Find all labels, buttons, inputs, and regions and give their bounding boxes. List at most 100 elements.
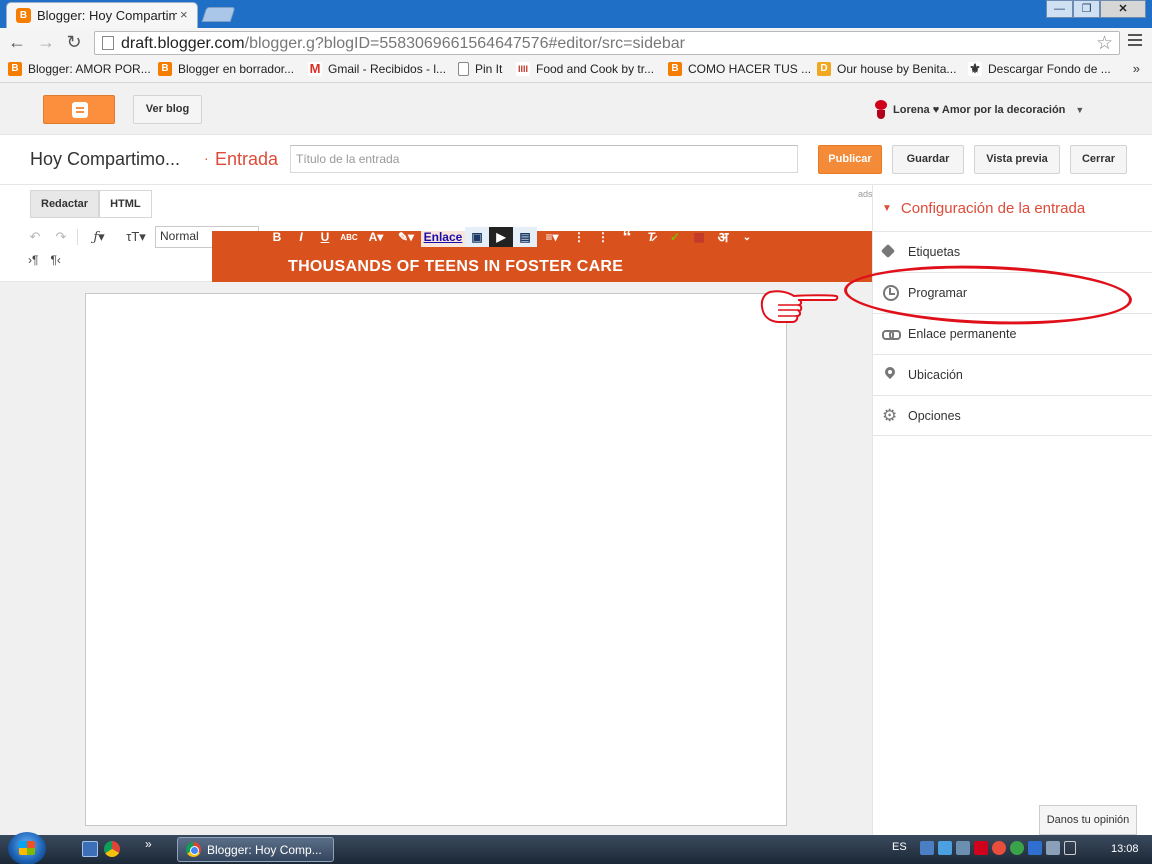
spellcheck-icon[interactable]: ✓ — [663, 227, 687, 247]
sidebar-item-ubicacion[interactable]: Ubicación — [873, 354, 1152, 395]
user-menu[interactable]: Lorena ♥ Amor por la decoración ▼ — [874, 99, 1084, 121]
start-button[interactable] — [8, 832, 46, 864]
underline-icon[interactable]: U — [313, 227, 337, 247]
bookmark-item[interactable]: B Blogger: AMOR POR... — [8, 62, 151, 76]
browser-titlebar: B Blogger: Hoy Compartimos lo × — ❐ ✕ — [0, 0, 1152, 28]
user-name: Lorena ♥ Amor por la decoración — [893, 104, 1066, 116]
bullet-list-icon[interactable]: ⋮ — [591, 227, 615, 247]
sidebar-item-opciones[interactable]: ⚙ Opciones — [873, 395, 1152, 436]
ads-label: ads — [858, 189, 873, 199]
bookmark-item[interactable]: B Blogger en borrador... — [158, 62, 294, 76]
bookmark-star-icon[interactable]: ☆ — [1096, 32, 1113, 55]
address-bar[interactable]: draft.blogger.com/blogger.g?blogID=55830… — [94, 31, 1120, 55]
post-title-input[interactable] — [290, 145, 798, 173]
bookmark-label: Our house by Benita... — [837, 62, 957, 76]
strikethrough-icon[interactable]: ABC — [337, 227, 361, 247]
maximize-button[interactable]: ❐ — [1073, 0, 1100, 18]
tray-acrobat-icon[interactable] — [974, 841, 988, 855]
translit-icon[interactable]: ▦ — [687, 227, 711, 247]
fc-icon: IIII — [516, 62, 530, 76]
new-tab-button[interactable] — [201, 7, 236, 22]
bookmark-item[interactable]: D Our house by Benita... — [817, 62, 956, 76]
chrome-quicklaunch-icon[interactable] — [104, 841, 120, 857]
redo-icon[interactable]: ↷ — [52, 227, 70, 247]
publish-button[interactable]: Publicar — [818, 145, 882, 174]
jump-break-icon[interactable]: ▤ — [513, 227, 537, 247]
sidebar-item-label: Opciones — [908, 408, 961, 423]
post-settings-title: Configuración de la entrada — [900, 200, 1086, 217]
bookmark-item[interactable]: B COMO HACER TUS ... — [668, 62, 811, 76]
numbered-list-icon[interactable]: ⋮ — [567, 227, 591, 247]
bookmark-item[interactable]: ⚜ Descargar Fondo de ... — [968, 62, 1111, 76]
tab-html[interactable]: HTML — [99, 190, 152, 218]
editor-toolbar: Redactar HTML ads ↶ ↷ ƒ▾ τT▾ Normal ▼ TH… — [0, 185, 873, 282]
bookmark-item[interactable]: M Gmail - Recibidos - l... — [308, 62, 446, 76]
blogger-logo-icon[interactable] — [43, 95, 115, 124]
forward-arrow-icon[interactable]: → — [37, 33, 55, 51]
taskbar-chrome-window[interactable]: Blogger: Hoy Comp... — [177, 837, 334, 862]
tray-security-icon[interactable] — [1010, 841, 1024, 855]
bookmarks-more-icon[interactable]: » — [1133, 61, 1140, 76]
bookmark-item[interactable]: IIII Food and Cook by tr... — [516, 62, 654, 76]
chevron-down-icon: ▼ — [1075, 105, 1085, 115]
window-close-button[interactable]: ✕ — [1100, 0, 1146, 18]
hindi-input-icon[interactable]: अ — [711, 227, 735, 247]
blogger-icon: B — [8, 62, 22, 76]
chrome-menu-icon[interactable] — [1128, 34, 1142, 49]
browser-tab[interactable]: B Blogger: Hoy Compartimos lo × — [6, 2, 198, 28]
page-icon — [102, 36, 114, 50]
tray-bluetooth-icon[interactable] — [1028, 841, 1042, 855]
tray-volume-icon[interactable] — [1064, 841, 1076, 855]
font-family-icon[interactable]: ƒ▾ — [84, 227, 114, 247]
address-url[interactable]: draft.blogger.com/blogger.g?blogID=55830… — [121, 35, 685, 53]
bold-icon[interactable]: B — [265, 227, 289, 247]
sidebar-item-label: Ubicación — [908, 368, 963, 382]
feedback-button[interactable]: Danos tu opinión — [1039, 805, 1137, 835]
minimize-button[interactable]: — — [1046, 0, 1073, 18]
tray-network-icon[interactable] — [920, 841, 934, 855]
fleur-icon: ⚜ — [968, 61, 982, 76]
editor-mode-tabs: Redactar HTML — [30, 190, 152, 218]
bookmark-item[interactable]: Pin It — [458, 62, 502, 76]
ltr-icon[interactable]: ›¶ — [28, 253, 38, 267]
close-post-button[interactable]: Cerrar — [1070, 145, 1127, 174]
browser-navbar: ← → ↻ draft.blogger.com/blogger.g?blogID… — [0, 28, 1152, 58]
highlight-color-icon[interactable]: ✎▾ — [391, 227, 421, 247]
quote-icon[interactable]: “ — [615, 227, 639, 247]
link-button[interactable]: Enlace — [421, 227, 465, 247]
post-body-editor[interactable] — [85, 293, 787, 826]
format-buttons: B I U ABC A▾ ✎▾ Enlace ▣ ▶ ▤ ≡▾ ⋮ ⋮ “ T̷… — [265, 227, 759, 247]
italic-icon[interactable]: I — [289, 227, 313, 247]
sidebar-item-label: Enlace permanente — [908, 327, 1017, 341]
tray-app-icon[interactable] — [956, 841, 970, 855]
gear-icon: ⚙ — [882, 405, 898, 425]
blogger-icon: B — [158, 62, 172, 76]
image-icon[interactable]: ▣ — [465, 227, 489, 247]
font-size-icon[interactable]: τT▾ — [120, 227, 152, 247]
quicklaunch-more-icon[interactable]: » — [145, 837, 152, 851]
ver-blog-button[interactable]: Ver blog — [133, 95, 202, 124]
undo-icon[interactable]: ↶ — [26, 227, 44, 247]
bookmark-label: Blogger en borrador... — [178, 62, 295, 76]
sidebar-item-etiquetas[interactable]: Etiquetas — [873, 231, 1152, 272]
preview-button[interactable]: Vista previa — [974, 145, 1060, 174]
reload-icon[interactable]: ↻ — [65, 33, 83, 51]
save-button[interactable]: Guardar — [892, 145, 964, 174]
clear-format-icon[interactable]: T̷ — [639, 227, 663, 247]
video-icon[interactable]: ▶ — [489, 227, 513, 247]
tab-redactar[interactable]: Redactar — [30, 190, 100, 218]
language-indicator[interactable]: ES — [892, 841, 907, 853]
post-settings-heading[interactable]: ▼ Configuración de la entrada — [882, 200, 1085, 217]
more-options-icon[interactable]: ⌄ — [735, 227, 759, 247]
text-color-icon[interactable]: A▾ — [361, 227, 391, 247]
taskbar-clock[interactable]: 13:08 — [1111, 843, 1139, 855]
align-icon[interactable]: ≡▾ — [537, 227, 567, 247]
tray-alert-icon[interactable] — [992, 841, 1006, 855]
back-arrow-icon[interactable]: ← — [8, 33, 26, 51]
tray-monitor-icon[interactable] — [1046, 841, 1060, 855]
tray-dropbox-icon[interactable] — [938, 841, 952, 855]
show-desktop-icon[interactable] — [82, 841, 98, 857]
rtl-icon[interactable]: ¶‹ — [50, 253, 60, 267]
taskbar-window-label: Blogger: Hoy Comp... — [207, 842, 322, 857]
tab-close-icon[interactable]: × — [180, 7, 188, 22]
